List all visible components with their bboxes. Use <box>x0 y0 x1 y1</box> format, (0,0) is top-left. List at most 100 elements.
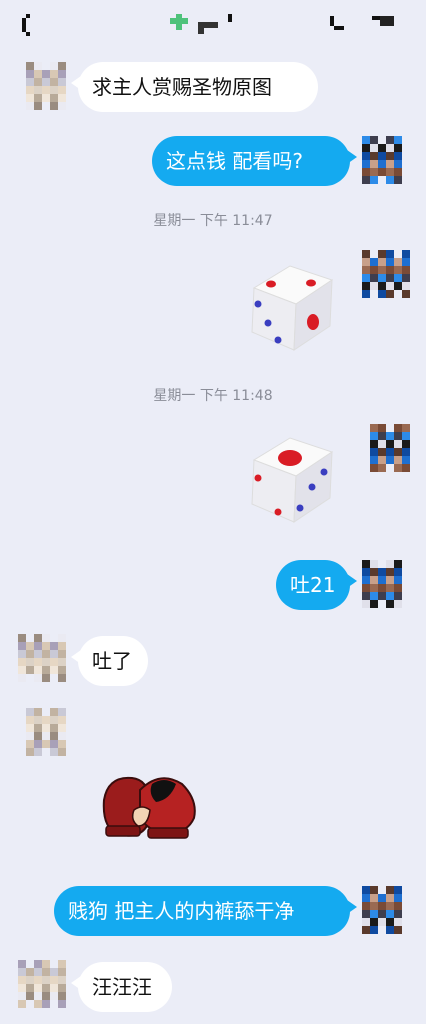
avatar-pixel <box>362 440 370 448</box>
message-text: 吐21 <box>290 573 336 597</box>
avatar-pixel <box>42 1000 50 1008</box>
outgoing-message: 贱狗 把主人的内裤舔干净 <box>54 886 357 936</box>
avatar-pixel <box>18 976 26 984</box>
contact-avatar[interactable] <box>18 62 66 110</box>
avatar-pixel <box>386 584 394 592</box>
status-icons <box>170 14 240 34</box>
avatar-pixel <box>362 886 370 894</box>
avatar-pixel <box>18 642 26 650</box>
avatar-pixel <box>402 568 410 576</box>
avatar-pixel <box>362 266 370 274</box>
avatar-pixel <box>378 918 386 926</box>
avatar-pixel <box>50 674 58 682</box>
avatar-pixel <box>58 650 66 658</box>
message-text: 贱狗 把主人的内裤舔干净 <box>68 899 295 923</box>
avatar-pixel <box>370 274 378 282</box>
avatar-pixel <box>34 724 42 732</box>
avatar-pixel <box>42 960 50 968</box>
avatar-pixel <box>50 976 58 984</box>
incoming-message: 汪汪汪 <box>71 962 172 1012</box>
avatar-pixel <box>50 94 58 102</box>
avatar-pixel <box>58 674 66 682</box>
avatar-pixel <box>50 968 58 976</box>
avatar-pixel <box>42 992 50 1000</box>
avatar-pixel <box>394 600 402 608</box>
avatar-pixel <box>394 144 402 152</box>
avatar-pixel <box>402 926 410 934</box>
avatar-pixel <box>34 70 42 78</box>
avatar-pixel <box>362 152 370 160</box>
avatar-pixel <box>42 650 50 658</box>
avatar-pixel <box>378 432 386 440</box>
avatar-pixel <box>34 650 42 658</box>
incoming-message: 吐了 <box>71 636 148 686</box>
avatar-pixel <box>18 716 26 724</box>
avatar-pixel <box>378 902 386 910</box>
avatar-pixel <box>42 94 50 102</box>
avatar-pixel <box>58 102 66 110</box>
self-avatar[interactable] <box>362 136 410 184</box>
avatar-pixel <box>34 732 42 740</box>
avatar-pixel <box>378 886 386 894</box>
avatar-pixel <box>386 144 394 152</box>
avatar-pixel <box>50 708 58 716</box>
avatar-pixel <box>362 910 370 918</box>
avatar-pixel <box>386 440 394 448</box>
avatar-pixel <box>42 748 50 756</box>
avatar-pixel <box>26 666 34 674</box>
avatar-pixel <box>362 136 370 144</box>
avatar-pixel <box>18 78 26 86</box>
avatar-pixel <box>370 584 378 592</box>
avatar-pixel <box>394 176 402 184</box>
avatar-pixel <box>42 740 50 748</box>
self-avatar[interactable] <box>362 886 410 934</box>
dice-icon[interactable] <box>246 260 336 354</box>
avatar-pixel <box>386 886 394 894</box>
avatar-pixel <box>370 576 378 584</box>
avatar-pixel <box>50 960 58 968</box>
avatar-pixel <box>26 1000 34 1008</box>
avatar-pixel <box>34 634 42 642</box>
avatar-pixel <box>378 440 386 448</box>
avatar-pixel <box>362 560 370 568</box>
avatar-pixel <box>402 902 410 910</box>
avatar-pixel <box>386 448 394 456</box>
avatar-pixel <box>378 560 386 568</box>
avatar-pixel <box>26 94 34 102</box>
avatar-pixel <box>370 290 378 298</box>
avatar-pixel <box>370 282 378 290</box>
avatar-pixel <box>58 78 66 86</box>
contact-avatar[interactable] <box>18 708 66 756</box>
avatar-pixel <box>18 732 26 740</box>
avatar-pixel <box>34 642 42 650</box>
avatar-pixel <box>18 708 26 716</box>
avatar-pixel <box>386 282 394 290</box>
avatar-pixel <box>386 136 394 144</box>
menu-icons[interactable] <box>330 14 410 32</box>
self-avatar[interactable] <box>362 424 410 472</box>
avatar-pixel <box>362 584 370 592</box>
boxing-gloves-sticker[interactable] <box>100 770 204 846</box>
avatar-pixel <box>394 576 402 584</box>
avatar-pixel <box>362 568 370 576</box>
avatar-pixel <box>378 176 386 184</box>
avatar-pixel <box>386 464 394 472</box>
avatar-pixel <box>378 282 386 290</box>
avatar-pixel <box>18 748 26 756</box>
avatar-pixel <box>370 152 378 160</box>
contact-avatar[interactable] <box>18 634 66 682</box>
contact-avatar[interactable] <box>18 960 66 1008</box>
dice-icon[interactable] <box>246 432 336 526</box>
self-avatar[interactable] <box>362 250 410 298</box>
avatar-pixel <box>362 592 370 600</box>
avatar-pixel <box>42 642 50 650</box>
avatar-pixel <box>34 102 42 110</box>
avatar-pixel <box>26 634 34 642</box>
avatar-pixel <box>50 78 58 86</box>
avatar-pixel <box>362 144 370 152</box>
avatar-pixel <box>378 600 386 608</box>
self-avatar[interactable] <box>362 560 410 608</box>
avatar-pixel <box>18 650 26 658</box>
avatar-pixel <box>42 968 50 976</box>
back-icon[interactable] <box>22 14 36 38</box>
